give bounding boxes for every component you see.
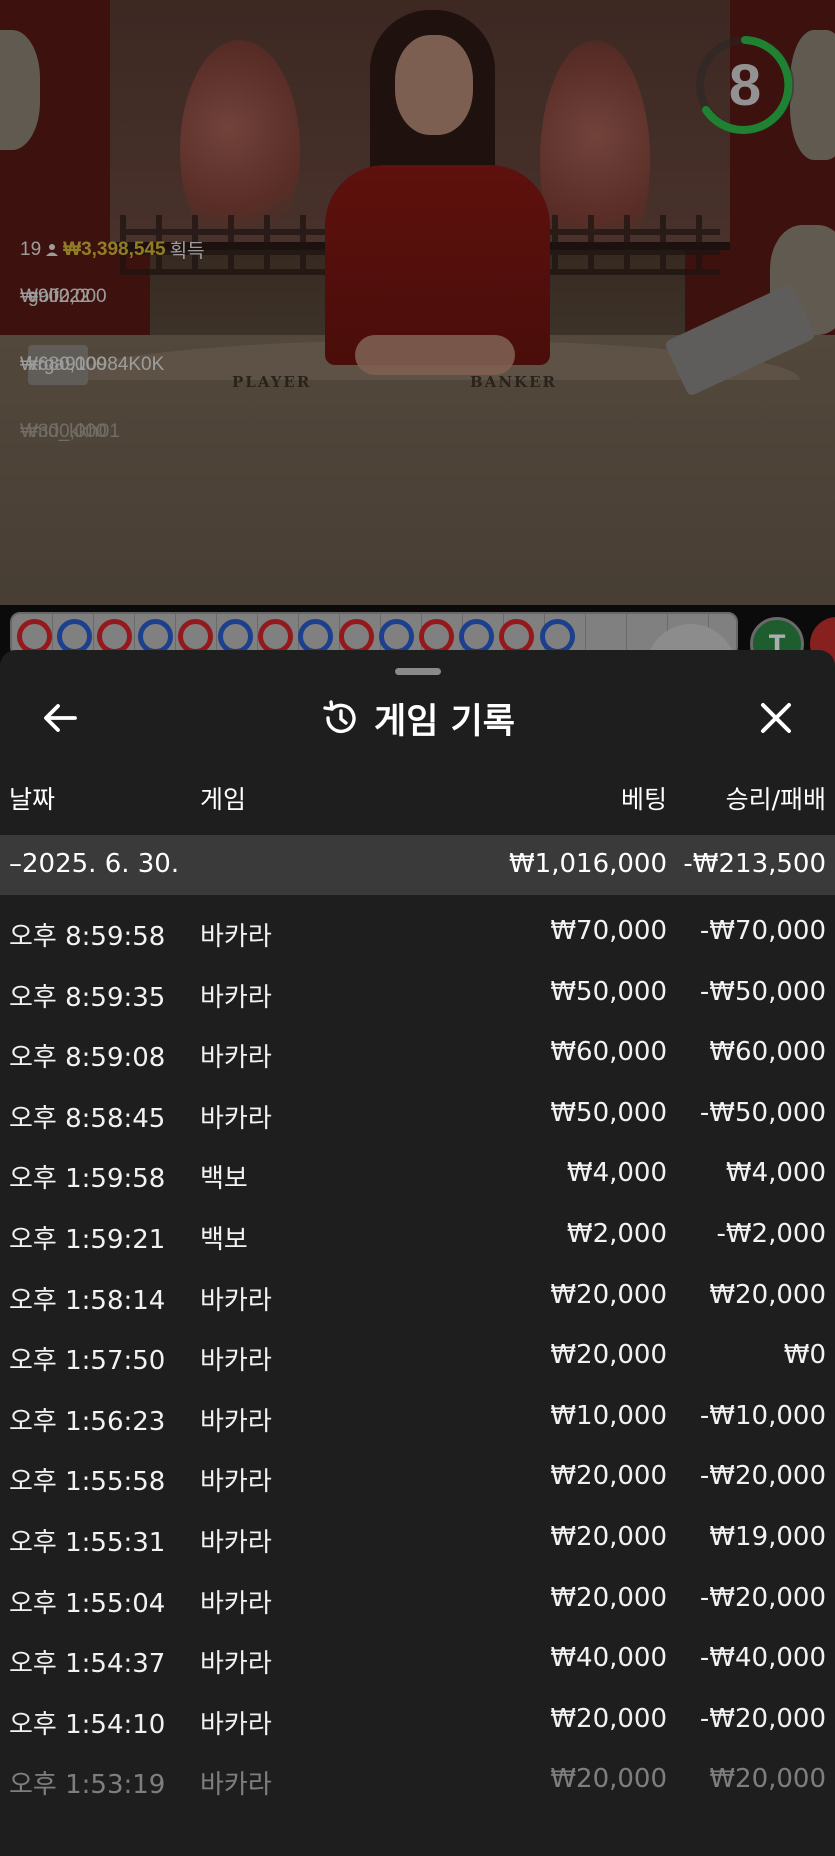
history-row[interactable]: 오후 1:53:19 바카라 ₩20,000 ₩20,000 (0, 1748, 835, 1809)
row-bet: ₩40,000 (550, 1643, 667, 1674)
row-winloss: -₩20,000 (699, 1703, 826, 1734)
row-game: 바카라 (200, 1588, 272, 1619)
history-row[interactable]: 오후 1:58:14 바카라 ₩20,000 ₩20,000 (0, 1264, 835, 1325)
history-row[interactable]: 오후 1:55:04 바카라 ₩20,000 -₩20,000 (0, 1567, 835, 1628)
row-time: 오후 1:54:10 (9, 1709, 166, 1740)
modal-backdrop[interactable] (0, 0, 835, 700)
row-bet: ₩70,000 (550, 916, 667, 946)
history-row[interactable]: 오후 8:59:35 바카라 ₩50,000 -₩50,000 (0, 961, 835, 1022)
drag-handle[interactable] (395, 668, 441, 675)
row-bet: ₩60,000 (550, 1037, 667, 1068)
row-bet: ₩20,000 (550, 1461, 667, 1492)
row-game: 바카라 (200, 1527, 272, 1558)
group-date: –2025. 6. 30. (9, 849, 180, 879)
row-winloss: ₩20,000 (709, 1764, 826, 1795)
row-bet: ₩50,000 (550, 976, 667, 1007)
row-winloss: -₩2,000 (716, 1218, 826, 1249)
row-game: 바카라 (200, 1346, 272, 1377)
row-bet: ₩4,000 (566, 1158, 667, 1189)
row-winloss: -₩70,000 (699, 916, 826, 946)
history-row[interactable]: 오후 8:59:08 바카라 ₩60,000 ₩60,000 (0, 1021, 835, 1082)
row-game: 백보 (200, 1164, 248, 1195)
row-time: 오후 1:59:21 (9, 1224, 166, 1255)
row-bet: ₩20,000 (550, 1703, 667, 1734)
row-winloss: -₩20,000 (699, 1582, 826, 1613)
row-winloss: ₩4,000 (725, 1158, 826, 1189)
row-game: 바카라 (200, 1709, 272, 1740)
row-time: 오후 1:58:14 (9, 1285, 166, 1316)
row-bet: ₩50,000 (550, 1097, 667, 1128)
close-icon (761, 703, 791, 733)
row-winloss: ₩19,000 (709, 1521, 826, 1552)
row-game: 백보 (200, 1224, 248, 1255)
close-button[interactable] (752, 696, 800, 740)
row-time: 오후 1:55:04 (9, 1588, 166, 1619)
sheet-title: 게임 기록 (374, 701, 515, 742)
history-row[interactable]: 오후 1:57:50 바카라 ₩20,000 ₩0 (0, 1324, 835, 1385)
history-row[interactable]: 오후 1:54:37 바카라 ₩40,000 -₩40,000 (0, 1627, 835, 1688)
row-game: 바카라 (200, 1285, 272, 1316)
row-winloss: -₩10,000 (699, 1400, 826, 1431)
row-time: 오후 8:59:58 (9, 922, 166, 952)
column-bet: 베팅 (620, 785, 667, 814)
row-winloss: ₩20,000 (709, 1279, 826, 1310)
row-game: 바카라 (200, 1406, 272, 1437)
row-bet: ₩20,000 (550, 1340, 667, 1371)
history-row[interactable]: 오후 8:59:58 바카라 ₩70,000 -₩70,000 (0, 900, 835, 961)
column-game: 게임 (200, 785, 247, 814)
row-winloss: ₩0 (783, 1340, 826, 1371)
row-winloss: -₩40,000 (699, 1643, 826, 1674)
row-game: 바카라 (200, 1103, 272, 1134)
column-date: 날짜 (9, 785, 56, 814)
row-time: 오후 1:57:50 (9, 1346, 166, 1377)
back-button[interactable] (38, 696, 82, 740)
row-bet: ₩20,000 (550, 1764, 667, 1795)
date-group-row[interactable]: –2025. 6. 30. ₩1,016,000 -₩213,500 (0, 835, 835, 895)
row-time: 오후 1:55:31 (9, 1527, 166, 1558)
history-row[interactable]: 오후 1:59:58 백보 ₩4,000 ₩4,000 (0, 1142, 835, 1203)
title-group: 게임 기록 (0, 690, 835, 746)
row-winloss: ₩60,000 (709, 1037, 826, 1068)
row-time: 오후 8:59:08 (9, 1043, 166, 1074)
row-bet: ₩2,000 (566, 1218, 667, 1249)
row-bet: ₩20,000 (550, 1582, 667, 1613)
row-game: 바카라 (200, 982, 272, 1013)
game-history-sheet: 게임 기록 날짜 게임 베팅 승리/패배 –2025. 6. 30. ₩1,01… (0, 650, 835, 1856)
group-bet-total: ₩1,016,000 (508, 849, 667, 879)
row-winloss: -₩50,000 (699, 1097, 826, 1128)
row-game: 바카라 (200, 1043, 272, 1074)
history-icon (323, 700, 356, 734)
history-row[interactable]: 오후 1:54:10 바카라 ₩20,000 -₩20,000 (0, 1688, 835, 1749)
history-row[interactable]: 오후 1:59:21 백보 ₩2,000 -₩2,000 (0, 1203, 835, 1264)
sheet-header: 게임 기록 (0, 690, 835, 746)
row-time: 오후 8:58:45 (9, 1103, 166, 1134)
row-time: 오후 1:54:37 (9, 1649, 166, 1680)
row-time: 오후 1:56:23 (9, 1406, 166, 1437)
row-game: 바카라 (200, 1649, 272, 1680)
row-time: 오후 1:59:58 (9, 1164, 166, 1195)
row-game: 바카라 (200, 922, 272, 952)
history-row[interactable]: 오후 1:55:58 바카라 ₩20,000 -₩20,000 (0, 1445, 835, 1506)
column-winloss: 승리/패배 (725, 785, 826, 814)
row-winloss: -₩50,000 (699, 976, 826, 1007)
arrow-left-icon (44, 704, 77, 732)
row-winloss: -₩20,000 (699, 1461, 826, 1492)
row-bet: ₩20,000 (550, 1279, 667, 1310)
row-time: 오후 1:55:58 (9, 1467, 166, 1498)
row-game: 바카라 (200, 1467, 272, 1498)
row-time: 오후 1:53:19 (9, 1770, 166, 1801)
group-winloss-total: -₩213,500 (683, 849, 826, 879)
history-rows: 오후 8:59:58 바카라 ₩70,000 -₩70,000 오후 8:59:35 바카… (0, 900, 835, 1809)
history-row[interactable]: 오후 1:56:23 바카라 ₩10,000 -₩10,000 (0, 1385, 835, 1446)
row-bet: ₩10,000 (550, 1400, 667, 1431)
row-bet: ₩20,000 (550, 1521, 667, 1552)
history-row[interactable]: 오후 8:58:45 바카라 ₩50,000 -₩50,000 (0, 1082, 835, 1143)
history-row[interactable]: 오후 1:55:31 바카라 ₩20,000 ₩19,000 (0, 1506, 835, 1567)
row-time: 오후 8:59:35 (9, 982, 166, 1013)
row-game: 바카라 (200, 1770, 272, 1801)
table-header: 날짜 게임 베팅 승리/패배 (0, 780, 835, 816)
